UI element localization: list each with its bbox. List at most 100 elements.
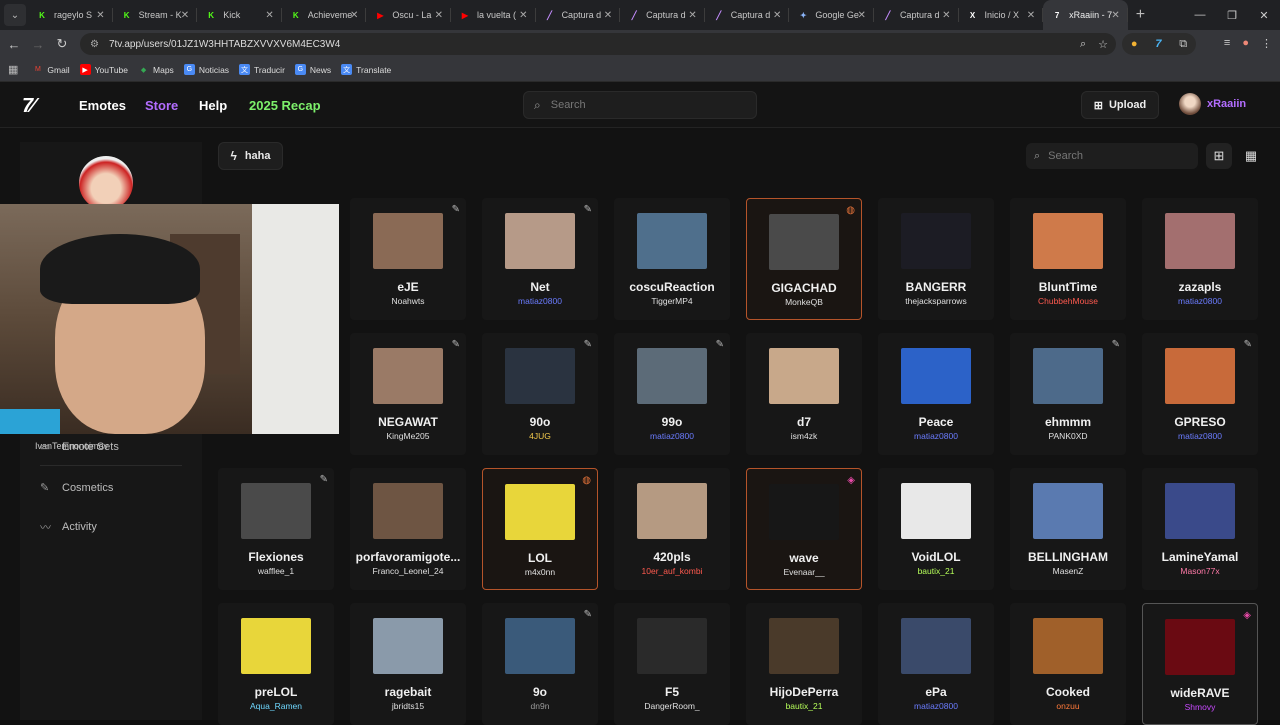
tab-search-icon[interactable]: ⌄ <box>4 4 26 26</box>
browser-tab[interactable]: K Stream - K ✕ <box>113 0 198 30</box>
grid-view-small-icon[interactable]: ⊞ <box>1206 143 1232 169</box>
emote-card[interactable]: porfavoramigote... Franco_Leonel_24 <box>350 468 466 590</box>
emote-card[interactable]: 90o 4JUG ✎ <box>482 333 598 455</box>
emote-set-tag-button[interactable]: ϟ haha <box>218 142 283 170</box>
emote-card[interactable]: Peace matiaz0800 <box>878 333 994 455</box>
browser-tab[interactable]: X Inicio / X ✕ <box>959 0 1044 30</box>
emote-card[interactable]: F5 DangerRoom_ <box>614 603 730 725</box>
emote-search-input[interactable]: ⌕ Search <box>1026 143 1198 169</box>
zoom-icon[interactable]: ⌕ <box>1080 38 1086 51</box>
sidebar-item-emote-sets[interactable]: ▭ Emote Sets <box>40 440 119 454</box>
emote-card[interactable]: zazapls matiaz0800 <box>1142 198 1258 320</box>
emote-card[interactable]: LOL m4x0nn ◍ <box>482 468 598 590</box>
7tv-logo-icon[interactable]: 7⁄ <box>22 95 35 118</box>
tab-close-icon[interactable]: ✕ <box>604 10 612 21</box>
sidebar-item-activity[interactable]: 〰 Activity <box>40 519 97 535</box>
back-icon[interactable]: ← <box>2 37 26 52</box>
bookmark-noticias[interactable]: G Noticias <box>183 64 229 75</box>
tab-close-icon[interactable]: ✕ <box>435 10 443 21</box>
emote-card[interactable]: ragebait jbridts15 <box>350 603 466 725</box>
emote-card[interactable]: HijoDePerra bautix_21 <box>746 603 862 725</box>
emote-card[interactable]: NEGAWAT KingMe205 ✎ <box>350 333 466 455</box>
emote-card[interactable]: GPRESO matiaz0800 ✎ <box>1142 333 1258 455</box>
forward-icon[interactable]: → <box>26 37 50 52</box>
tab-close-icon[interactable]: ✕ <box>688 10 696 21</box>
reading-list-icon[interactable]: ≡ <box>1224 37 1230 50</box>
emote-thumbnail <box>1165 619 1235 675</box>
profile-icon[interactable]: ● <box>1242 37 1249 50</box>
emote-thumbnail <box>637 213 707 269</box>
browser-tab[interactable]: ╱ Captura d ✕ <box>874 0 959 30</box>
bookmark-youtube[interactable]: ▶ YouTube <box>79 64 128 75</box>
emote-card[interactable]: 9o dn9n ✎ <box>482 603 598 725</box>
reload-icon[interactable]: ↻ <box>50 36 74 52</box>
tab-close-icon[interactable]: ✕ <box>858 10 866 21</box>
browser-tab[interactable]: ╱ Captura d ✕ <box>620 0 705 30</box>
tab-close-icon[interactable]: ✕ <box>519 10 527 21</box>
apps-grid-icon[interactable]: ▦ <box>8 63 18 76</box>
browser-tab[interactable]: K Kick ✕ <box>197 0 282 30</box>
bookmark-translate[interactable]: 文 Translate <box>341 64 391 75</box>
browser-menu-icon[interactable]: ⋮ <box>1261 37 1272 50</box>
bookmark-star-icon[interactable]: ☆ <box>1098 38 1108 51</box>
grid-view-large-icon[interactable]: ▦ <box>1238 143 1264 169</box>
emote-card[interactable]: eJE Noahwts ✎ <box>350 198 466 320</box>
emote-card[interactable]: BELLINGHAM MasenZ <box>1010 468 1126 590</box>
extensions-group: ● 7 ⧉ <box>1122 33 1196 55</box>
nav-emotes[interactable]: Emotes <box>79 98 126 113</box>
browser-tab[interactable]: ▶ la vuelta (✕ <box>451 0 536 30</box>
browser-tab[interactable]: ╱ Captura d ✕ <box>536 0 621 30</box>
emote-card[interactable]: ePa matiaz0800 <box>878 603 994 725</box>
tab-close-icon[interactable]: ✕ <box>265 10 273 21</box>
emote-card[interactable]: ehmmm PANK0XD ✎ <box>1010 333 1126 455</box>
tab-close-icon[interactable]: ✕ <box>773 10 781 21</box>
emote-card[interactable]: wideRAVE Shmovy ◈ <box>1142 603 1258 725</box>
site-info-icon[interactable]: ⚙ <box>90 39 99 50</box>
tab-close-icon[interactable]: ✕ <box>350 10 358 21</box>
browser-tab[interactable]: ✦ Google Ge ✕ <box>789 0 874 30</box>
extensions-puzzle-icon[interactable]: ⧉ <box>1179 38 1187 51</box>
bookmark-traducir[interactable]: 文 Traducir <box>239 64 285 75</box>
emote-card[interactable]: 99o matiaz0800 ✎ <box>614 333 730 455</box>
extension-7tv-icon[interactable]: 7 <box>1155 38 1161 50</box>
site-search-input[interactable]: ⌕ Search <box>523 91 757 119</box>
browser-tab[interactable]: Krageylo S ✕ <box>28 0 113 30</box>
emote-card[interactable]: BANGERR thejacksparrows <box>878 198 994 320</box>
new-tab-icon[interactable]: + <box>1136 0 1145 30</box>
tab-close-icon[interactable]: ✕ <box>96 10 104 21</box>
nav-store[interactable]: Store <box>145 98 178 113</box>
bookmark-news[interactable]: G News <box>294 64 331 75</box>
upload-button[interactable]: ⊞ Upload <box>1081 91 1159 119</box>
browser-tab[interactable]: ╱ Captura d ✕ <box>705 0 790 30</box>
nav-help[interactable]: Help <box>199 98 227 113</box>
tab-close-icon[interactable]: ✕ <box>1111 10 1119 21</box>
emote-card[interactable]: LamineYamal Mason77x <box>1142 468 1258 590</box>
minimize-icon[interactable]: — <box>1184 0 1216 30</box>
emote-card[interactable]: VoidLOL bautix_21 <box>878 468 994 590</box>
user-menu[interactable]: xRaaiin <box>1179 93 1246 115</box>
emote-card[interactable]: coscuReaction TiggerMP4 <box>614 198 730 320</box>
tab-close-icon[interactable]: ✕ <box>942 10 950 21</box>
browser-tab[interactable]: 7 xRaaiin - 7 ✕ <box>1043 0 1128 30</box>
close-window-icon[interactable]: ✕ <box>1248 0 1280 30</box>
nav-2025-recap[interactable]: 2025 Recap <box>249 98 321 113</box>
emote-card[interactable]: preLOL Aqua_Ramen <box>218 603 334 725</box>
tab-close-icon[interactable]: ✕ <box>1027 10 1035 21</box>
sidebar-item-cosmetics[interactable]: ✎ Cosmetics <box>40 481 113 495</box>
bookmark-maps[interactable]: ◆ Maps <box>138 64 174 75</box>
emote-card[interactable]: wave Evenaar__ ◈ <box>746 468 862 590</box>
restore-icon[interactable]: ❐ <box>1216 0 1248 30</box>
extension-fox-icon[interactable]: ● <box>1131 38 1138 50</box>
emote-card[interactable]: d7 ism4zk <box>746 333 862 455</box>
browser-tab[interactable]: ▶ Oscu - La ✕ <box>366 0 451 30</box>
browser-tab[interactable]: K Achieveme ✕ <box>282 0 367 30</box>
emote-card[interactable]: Cooked onzuu <box>1010 603 1126 725</box>
emote-card[interactable]: BluntTime ChubbehMouse <box>1010 198 1126 320</box>
bookmark-gmail[interactable]: M Gmail <box>32 64 70 75</box>
emote-card[interactable]: GIGACHAD MonkeQB ◍ <box>746 198 862 320</box>
emote-card[interactable]: Flexiones wafflee_1 ✎ <box>218 468 334 590</box>
emote-card[interactable]: Net matiaz0800 ✎ <box>482 198 598 320</box>
emote-card[interactable]: 420pls 10er_auf_kombi <box>614 468 730 590</box>
tab-close-icon[interactable]: ✕ <box>181 10 189 21</box>
url-field[interactable]: ⚙ 7tv.app/users/01JZ1W3HHTABZXVVXV6M4EC3… <box>80 33 1116 55</box>
